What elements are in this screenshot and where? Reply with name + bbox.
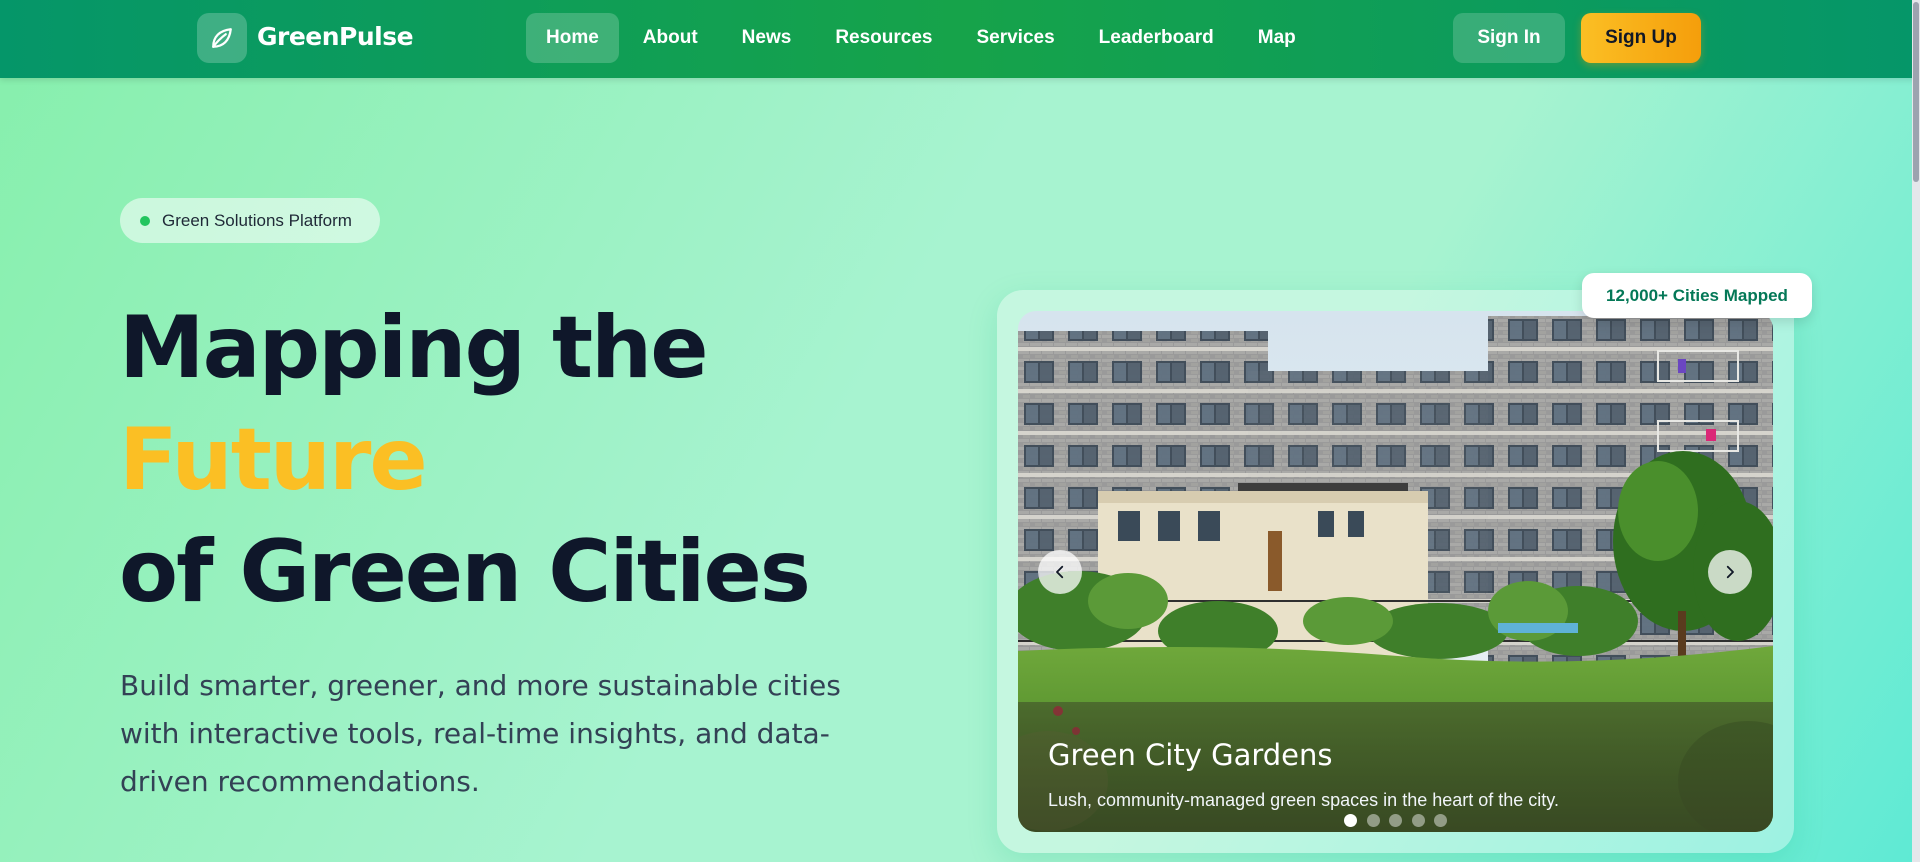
- nav-resources[interactable]: Resources: [815, 13, 952, 63]
- carousel-dots: [1344, 814, 1457, 827]
- carousel-dot-4[interactable]: [1411, 814, 1425, 827]
- chevron-left-icon: [1056, 565, 1064, 579]
- leaf-icon: [212, 28, 232, 48]
- scrollbar-thumb[interactable]: [1913, 2, 1919, 182]
- carousel-dot-2[interactable]: [1366, 814, 1380, 827]
- nav-about[interactable]: About: [623, 13, 718, 63]
- main-nav: Home About News Resources Services Leade…: [526, 13, 1316, 63]
- top-navbar: GreenPulse Home About News Resources Ser…: [0, 0, 1920, 78]
- brand-name[interactable]: GreenPulse: [257, 22, 414, 51]
- hero-title-line-3: of Green Cities: [119, 522, 811, 622]
- hero-description: Build smarter, greener, and more sustain…: [120, 669, 841, 798]
- carousel-dot-1[interactable]: [1344, 814, 1357, 827]
- carousel-dot-3[interactable]: [1389, 814, 1402, 827]
- cities-mapped-badge: 12,000+ Cities Mapped: [1582, 273, 1812, 318]
- sign-up-button[interactable]: Sign Up: [1581, 13, 1701, 63]
- carousel-slide[interactable]: Green City Gardens Lush, community-manag…: [1018, 311, 1773, 832]
- sign-in-button[interactable]: Sign In: [1453, 13, 1565, 63]
- status-dot-icon: [140, 215, 150, 226]
- chevron-right-icon: [1726, 565, 1734, 579]
- nav-map[interactable]: Map: [1238, 13, 1316, 63]
- slide-caption: Green City Gardens Lush, community-manag…: [1018, 702, 1773, 832]
- nav-home[interactable]: Home: [526, 13, 619, 63]
- slide-description: Lush, community-managed green spaces in …: [1048, 790, 1559, 810]
- platform-badge-label: Green Solutions Platform: [162, 210, 352, 230]
- nav-services[interactable]: Services: [956, 13, 1074, 63]
- nav-leaderboard[interactable]: Leaderboard: [1079, 13, 1234, 63]
- logo-badge[interactable]: [197, 13, 247, 63]
- hero-title-line-1: Mapping the: [119, 298, 709, 398]
- carousel-next-button[interactable]: [1708, 550, 1752, 594]
- platform-badge: Green Solutions Platform: [120, 198, 380, 243]
- nav-news[interactable]: News: [722, 13, 812, 63]
- carousel-dot-5[interactable]: [1434, 814, 1447, 827]
- carousel-prev-button[interactable]: [1038, 550, 1082, 594]
- hero-title: Mapping the Future of Green Cities: [119, 292, 811, 628]
- slide-title: Green City Gardens: [1048, 738, 1333, 772]
- hero-title-accent: Future: [119, 410, 428, 510]
